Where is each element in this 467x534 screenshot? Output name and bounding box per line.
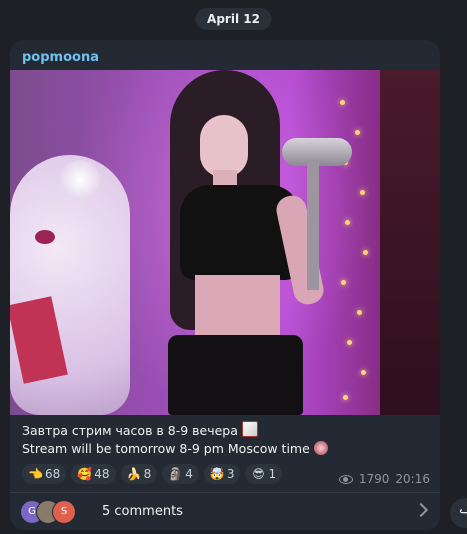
teddy-bear-ear [60, 160, 100, 200]
chevron-right-icon [413, 502, 429, 518]
avatar: S [52, 499, 76, 524]
post-photo[interactable] [10, 70, 440, 415]
channel-name[interactable]: popmoona [22, 50, 99, 65]
caption-text-en: Stream will be tomorrow 8-9 pm Moscow ti… [22, 441, 310, 456]
moai-emoji-icon: 🗿 [168, 467, 184, 481]
post-meta: 1790 20:16 [338, 472, 430, 486]
sunglasses-emoji-icon: 😎 [252, 467, 265, 481]
reaction-count: 8 [143, 467, 152, 481]
paper-emoji-icon [241, 421, 258, 437]
reaction-count: 4 [185, 467, 193, 481]
banana-emoji-icon: 🍌 [126, 467, 142, 481]
post-time: 20:16 [395, 472, 430, 486]
eye-icon [338, 474, 353, 484]
reaction-count: 68 [45, 467, 61, 481]
person-midriff [195, 275, 280, 340]
photo-wall [380, 70, 440, 415]
view-count: 1790 [358, 472, 390, 486]
forward-button[interactable]: ↪ [450, 498, 467, 528]
reaction-moai[interactable]: 🗿 4 [162, 464, 199, 484]
pointing-emoji-icon: 👈 [28, 467, 43, 481]
reaction-count: 3 [226, 467, 235, 481]
reaction-exploding-head[interactable]: 🤯 3 [203, 464, 241, 484]
paw-emoji-icon [313, 441, 328, 455]
comments-label: 5 comments [102, 504, 183, 519]
reaction-banana[interactable]: 🍌 8 [120, 464, 158, 484]
comments-button[interactable]: G S 5 comments [10, 493, 440, 530]
person-skirt [168, 335, 303, 415]
date-pill: April 12 [195, 8, 272, 30]
person-face [200, 115, 248, 177]
exploding-head-emoji-icon: 🤯 [209, 467, 225, 481]
caption-text-ru: Завтра стрим часов в 8-9 вечера [22, 423, 238, 438]
reaction-count: 48 [94, 467, 110, 481]
post-caption: Завтра стрим часов в 8-9 вечера Stream w… [22, 421, 430, 458]
commenter-avatars: G S [20, 499, 90, 524]
reaction-count: 1 [268, 467, 277, 481]
smiling-hearts-emoji-icon: 🥰 [77, 467, 93, 481]
reactions-bar: 👈 68 🥰 48 🍌 8 🗿 4 🤯 3 😎 1 [22, 464, 283, 484]
reaction-pointing[interactable]: 👈 68 [22, 464, 67, 484]
massager-handle [307, 160, 319, 290]
caption-line-en: Stream will be tomorrow 8-9 pm Moscow ti… [22, 440, 430, 458]
caption-line-ru: Завтра стрим часов в 8-9 вечера [22, 421, 430, 440]
channel-post: popmoona Завтра стрим часов в 8-9 вечера [10, 40, 440, 530]
reaction-sunglasses[interactable]: 😎 1 [245, 464, 283, 484]
teddy-bear-nose [35, 230, 55, 244]
reaction-smiling-hearts[interactable]: 🥰 48 [71, 464, 116, 484]
